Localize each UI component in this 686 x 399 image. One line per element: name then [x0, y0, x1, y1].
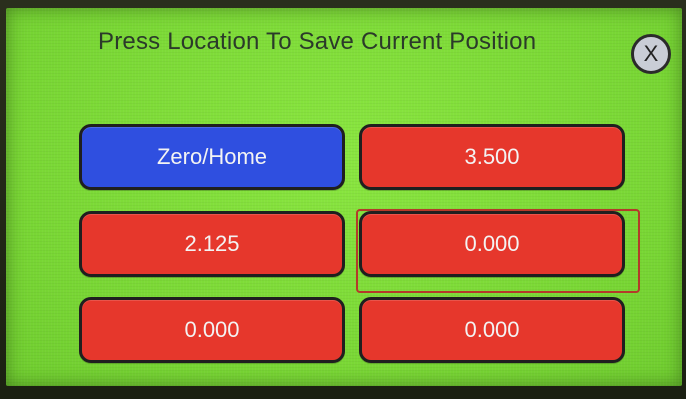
close-button[interactable]: X: [631, 34, 671, 74]
zero-home-button[interactable]: Zero/Home: [79, 124, 345, 190]
touch-screen: Press Location To Save Current Position …: [6, 8, 682, 386]
position-slot-3-button[interactable]: 0.000: [359, 211, 625, 277]
position-slot-1-button[interactable]: 3.500: [359, 124, 625, 190]
page-title: Press Location To Save Current Position: [98, 28, 537, 55]
position-slot-5-button[interactable]: 0.000: [359, 297, 625, 363]
position-slot-4-button[interactable]: 0.000: [79, 297, 345, 363]
position-slot-2-button[interactable]: 2.125: [79, 211, 345, 277]
close-icon: X: [643, 41, 659, 66]
